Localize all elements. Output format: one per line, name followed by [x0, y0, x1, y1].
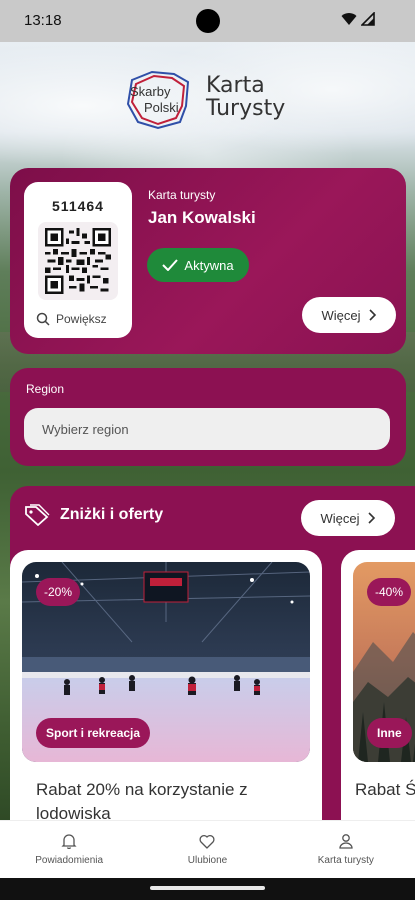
offers-more-button[interactable]: Więcej	[301, 500, 395, 536]
status-icons	[341, 12, 375, 26]
offers-title: Zniżki i oferty	[60, 506, 164, 523]
card-number: 511464	[52, 198, 104, 214]
zoom-qr-button[interactable]: Powiększ	[36, 312, 107, 326]
logo-title: Karta Turysty	[206, 74, 285, 120]
home-gesture-handle[interactable]	[150, 886, 265, 890]
heart-icon	[199, 834, 216, 849]
nav-item-label: Powiadomienia	[35, 855, 104, 866]
offers-more-label: Więcej	[320, 510, 360, 526]
check-icon	[162, 259, 179, 271]
offer-card[interactable]: -40% Inne Rabat Śląski	[341, 550, 415, 820]
logo-badge-word-1: Skarby	[130, 84, 171, 99]
region-label: Region	[26, 382, 65, 396]
status-time: 13:18	[24, 12, 62, 29]
system-gesture-bar	[0, 878, 415, 900]
qr-code-icon	[45, 228, 111, 294]
status-badge-label: Aktywna	[184, 257, 234, 273]
zoom-qr-label: Powiększ	[56, 312, 107, 326]
logo-title-line-2: Turysty	[206, 96, 286, 121]
nav-item-label: Ulubione	[187, 854, 228, 866]
region-select-placeholder: Wybierz region	[42, 421, 129, 437]
status-badge: Aktywna	[147, 248, 249, 282]
tourist-card-more-label: Więcej	[321, 307, 361, 323]
tourist-card: 511464 Powiększ Karta turysty Jan Kowals…	[10, 168, 406, 354]
chevron-right-icon	[368, 309, 376, 321]
offer-title: Rabat Śląski	[355, 780, 415, 799]
region-card: Region Wybierz region	[10, 368, 406, 466]
user-icon	[339, 834, 353, 849]
poland-map-logo-icon: Skarby Polski	[126, 70, 190, 130]
chevron-right-icon	[367, 512, 375, 524]
nav-item-favorites[interactable]: Ulubione	[138, 821, 276, 878]
discount-badge: -20%	[36, 578, 81, 606]
offer-image-ice-rink: -20% Sport i rekreacja	[22, 562, 310, 762]
signal-icon	[361, 12, 375, 26]
nav-item-tourist-card[interactable]: Karta turysty	[277, 821, 415, 878]
logo-title-line-1: Karta	[206, 73, 265, 98]
offer-title: Rabat 20% na korzystanie z lodowiska	[36, 780, 248, 820]
tag-icon	[25, 504, 50, 526]
nav-item-label: Karta turysty	[317, 855, 374, 866]
search-icon	[36, 312, 50, 326]
category-badge: Sport i rekreacja	[36, 718, 151, 748]
card-type-label: Karta turysty	[148, 188, 216, 202]
wifi-icon	[341, 13, 357, 25]
card-holder-name: Jan Kowalski	[148, 208, 256, 227]
status-bar: 13:18	[0, 0, 415, 42]
logo-badge-word-2: Polski	[144, 100, 179, 115]
offers-header: Zniżki i oferty	[24, 504, 163, 526]
category-badge: Inne	[367, 718, 412, 748]
bell-icon	[61, 834, 77, 849]
qr-code[interactable]	[38, 222, 118, 300]
offer-image-mountains: -40% Inne	[353, 562, 415, 762]
camera-cutout	[196, 9, 220, 33]
qr-code-panel[interactable]: 511464 Powiększ	[24, 182, 132, 338]
region-select[interactable]: Wybierz region	[24, 408, 390, 450]
bottom-navigation: Powiadomienia Ulubione Karta turysty	[0, 820, 415, 878]
home-screen[interactable]: Skarby Polski Karta Turysty 511464 Powię…	[0, 42, 415, 820]
nav-item-notifications[interactable]: Powiadomienia	[0, 821, 138, 878]
discount-badge: -40%	[367, 578, 412, 606]
offer-card[interactable]: -20% Sport i rekreacja Rabat 20% na korz…	[10, 550, 322, 820]
app-logo: Skarby Polski Karta Turysty	[122, 66, 292, 136]
tourist-card-more-button[interactable]: Więcej	[302, 297, 396, 333]
